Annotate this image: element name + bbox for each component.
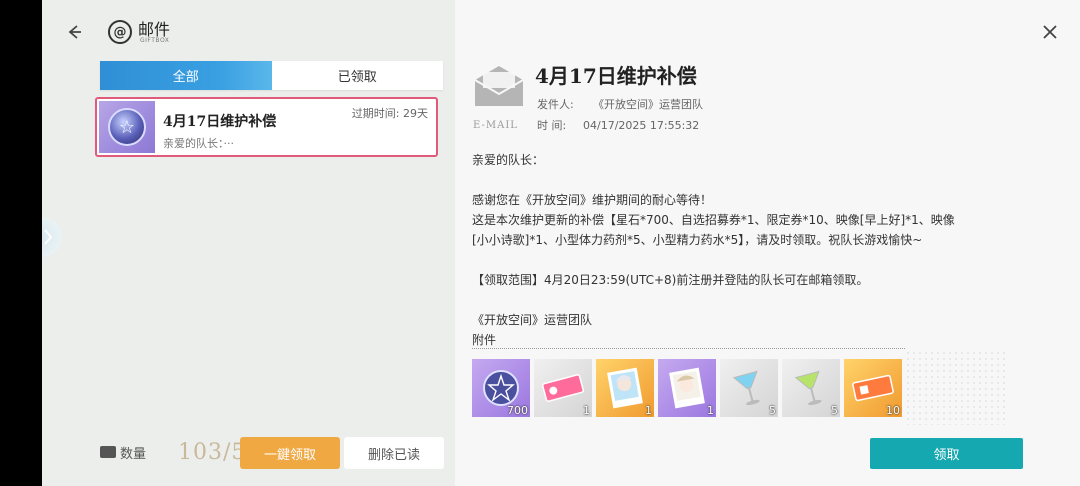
page-subtitle: GIFTBOX [140, 37, 170, 44]
arrow-left-icon [68, 25, 81, 39]
body-line-4: 【领取范围】4月20日23:59(UTC+8)前注册并登陆的队长可在邮箱领取。 [472, 273, 869, 287]
mail-detail-title: 4月17日维护补偿 [535, 64, 697, 88]
attachment-item[interactable]: 1 [596, 359, 654, 417]
body-line-1: 感谢您在《开放空间》维护期间的耐心等待！ [472, 193, 713, 207]
mail-detail-panel: E-MAIL 4月17日维护补偿 发件人: 《开放空间》运营团队 时 间: 04/1… [455, 0, 1080, 486]
attachment-item[interactable]: 700 [472, 359, 530, 417]
decorative-dots [905, 350, 1005, 425]
attachment-item[interactable]: 1 [658, 359, 716, 417]
attachment-qty: 700 [507, 404, 528, 417]
attachment-item[interactable]: 1 [534, 359, 592, 417]
attachment-qty: 5 [831, 404, 838, 417]
mail-footer: 数量 103/50 一鍵领取 删除已读 [42, 432, 455, 472]
time-row: 时 间: 04/17/2025 17:55:32 [537, 117, 699, 133]
sender-label: 发件人: [537, 98, 574, 111]
count-label: 数量 [120, 447, 147, 462]
attachment-qty: 5 [769, 404, 776, 417]
claim-all-button[interactable]: 一鍵领取 [240, 437, 340, 469]
mail-item-preview: 亲爱的队长：··· [163, 137, 234, 150]
back-button[interactable] [60, 18, 88, 46]
chevron-right-icon [44, 229, 53, 245]
side-expand-handle[interactable] [42, 213, 64, 261]
body-greeting: 亲爱的队长： [472, 153, 545, 167]
mail-body: 亲爱的队长： 感谢您在《开放空间》维护期间的耐心等待！ 这是本次维护更新的补偿【… [472, 150, 1062, 330]
body-line-2: 这是本次维护更新的补偿【星石*700、自选招募券*1、限定券*10、映像[早上好… [472, 213, 955, 227]
at-icon: @ [108, 20, 132, 44]
attachments-label: 附件 [472, 333, 497, 347]
attachment-qty: 10 [886, 404, 900, 417]
mail-tabs: 全部 已领取 [100, 61, 443, 90]
mail-screen: @ 邮件 GIFTBOX 全部 已领取 ☆ 4月17日维护补偿 亲爱的队长：··… [42, 0, 1080, 486]
close-icon [1043, 25, 1057, 39]
mail-thumbnail: ☆ [99, 101, 155, 153]
time-value: 04/17/2025 17:55:32 [583, 119, 700, 132]
attachments-divider [472, 348, 905, 349]
body-signature: 《开放空间》运营团队 [472, 313, 593, 327]
mail-item-expire: 过期时间: 29天 [351, 107, 428, 120]
close-button[interactable] [1038, 20, 1062, 44]
time-label: 时 间: [537, 119, 567, 132]
body-line-3: [小小诗歌]*1、小型体力药剂*5、小型精力药水*5】，请及时领取。祝队长游戏愉… [472, 233, 923, 247]
delete-read-button[interactable]: 删除已读 [344, 437, 444, 469]
attachment-item[interactable]: 10 [844, 359, 902, 417]
sender-row: 发件人: 《开放空间》运营团队 [537, 96, 703, 112]
attachment-qty: 1 [583, 404, 590, 417]
mail-item-title: 4月17日维护补偿 [163, 114, 277, 130]
tab-claimed[interactable]: 已领取 [272, 61, 444, 90]
attachment-qty: 1 [645, 404, 652, 417]
mail-list-item[interactable]: ☆ 4月17日维护补偿 亲爱的队长：··· 过期时间: 29天 [95, 97, 438, 157]
mail-count-icon [100, 446, 116, 458]
mail-list-panel: @ 邮件 GIFTBOX 全部 已领取 ☆ 4月17日维护补偿 亲爱的队长：··… [42, 0, 455, 486]
attachments-row: 700 1 1 1 5 5 10 [472, 359, 902, 417]
star-medal-icon: ☆ [108, 108, 146, 146]
envelope-label: E-MAIL [473, 120, 518, 131]
sender-value: 《开放空间》运营团队 [593, 98, 703, 111]
attachment-item[interactable]: 5 [720, 359, 778, 417]
envelope-icon [474, 66, 524, 106]
claim-button[interactable]: 领取 [870, 438, 1023, 469]
tab-all[interactable]: 全部 [100, 61, 272, 90]
attachment-qty: 1 [707, 404, 714, 417]
attachment-item[interactable]: 5 [782, 359, 840, 417]
